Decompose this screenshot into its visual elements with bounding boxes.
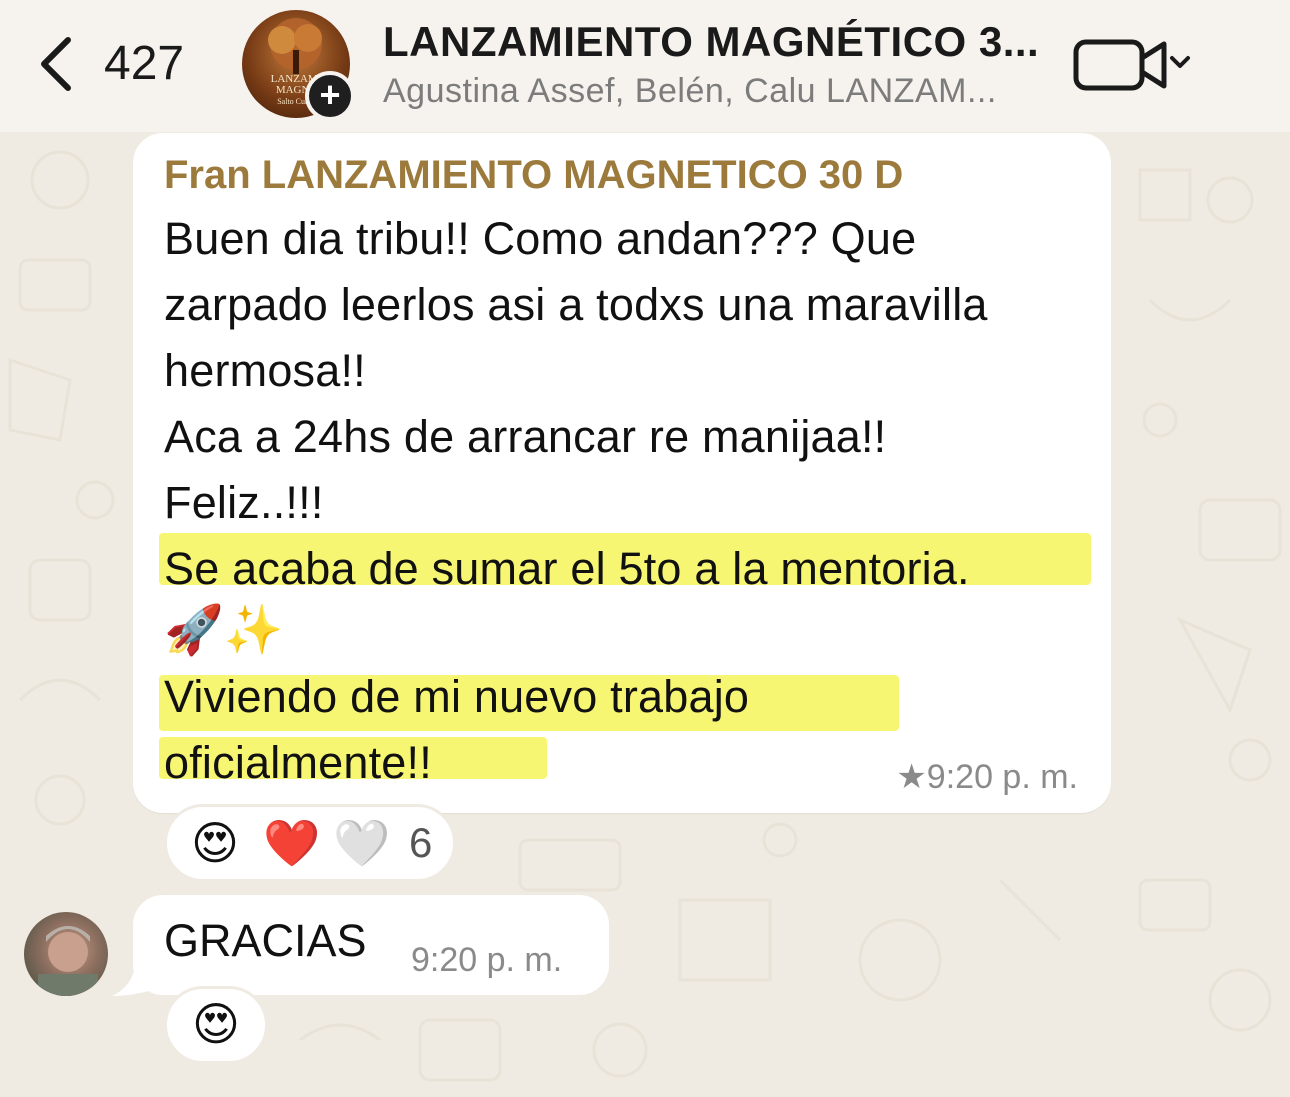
add-icon[interactable]: + (305, 71, 355, 121)
message-line: Feliz..!!! (164, 477, 324, 528)
rocket-sparkles-emoji: 🚀✨ (164, 604, 284, 657)
reaction-count: 6 (409, 819, 433, 866)
red-heart-reaction: ❤️ (263, 817, 321, 869)
message-bubble[interactable]: GRACIAS 9:20 p. m. (133, 895, 609, 995)
sender-name[interactable]: Fran LANZAMIENTO MAGNETICO 30 D (164, 153, 903, 198)
message-line: Aca a 24hs de arrancar re manijaa!! (164, 411, 887, 462)
message-timestamp: ★9:20 p. m. (896, 758, 1078, 796)
white-heart-reaction: 🤍 (333, 817, 391, 869)
chat-members[interactable]: Agustina Assef, Belén, Calu LANZAM... (383, 72, 997, 111)
chevron-down-icon (1170, 56, 1190, 68)
heart-eyes-reaction: 😍 (191, 817, 239, 869)
message-text: GRACIAS (164, 915, 367, 966)
chevron-left-icon[interactable] (36, 34, 76, 94)
video-call-icon[interactable] (1072, 34, 1194, 94)
sender-avatar[interactable] (24, 912, 108, 996)
chat-title[interactable]: LANZAMIENTO MAGNÉTICO 3... (383, 18, 1039, 66)
message-bubble[interactable]: Fran LANZAMIENTO MAGNETICO 30 D Buen dia… (133, 133, 1111, 813)
message-line-highlighted: Viviendo de mi nuevo trabajo (164, 671, 750, 722)
person-photo-icon (38, 926, 98, 996)
chat-header: 427 LANZAMI MAGNE Salto Cuánt + LANZAMIE… (0, 0, 1290, 132)
reactions-pill[interactable]: 😍 ❤️ 🤍 6 (164, 804, 456, 882)
message-line: hermosa!! (164, 345, 366, 396)
message-line-highlighted: Se acaba de sumar el 5to a la mentoria. (164, 543, 970, 594)
unread-count[interactable]: 427 (104, 36, 184, 91)
message-line: zarpado leerlos asi a todxs una maravill… (164, 279, 988, 330)
message-line: Buen dia tribu!! Como andan??? Que (164, 213, 917, 264)
message-line-highlighted: oficialmente!! (164, 737, 432, 788)
heart-eyes-reaction[interactable]: 😍 (164, 986, 268, 1064)
message-timestamp: 9:20 p. m. (411, 941, 563, 979)
